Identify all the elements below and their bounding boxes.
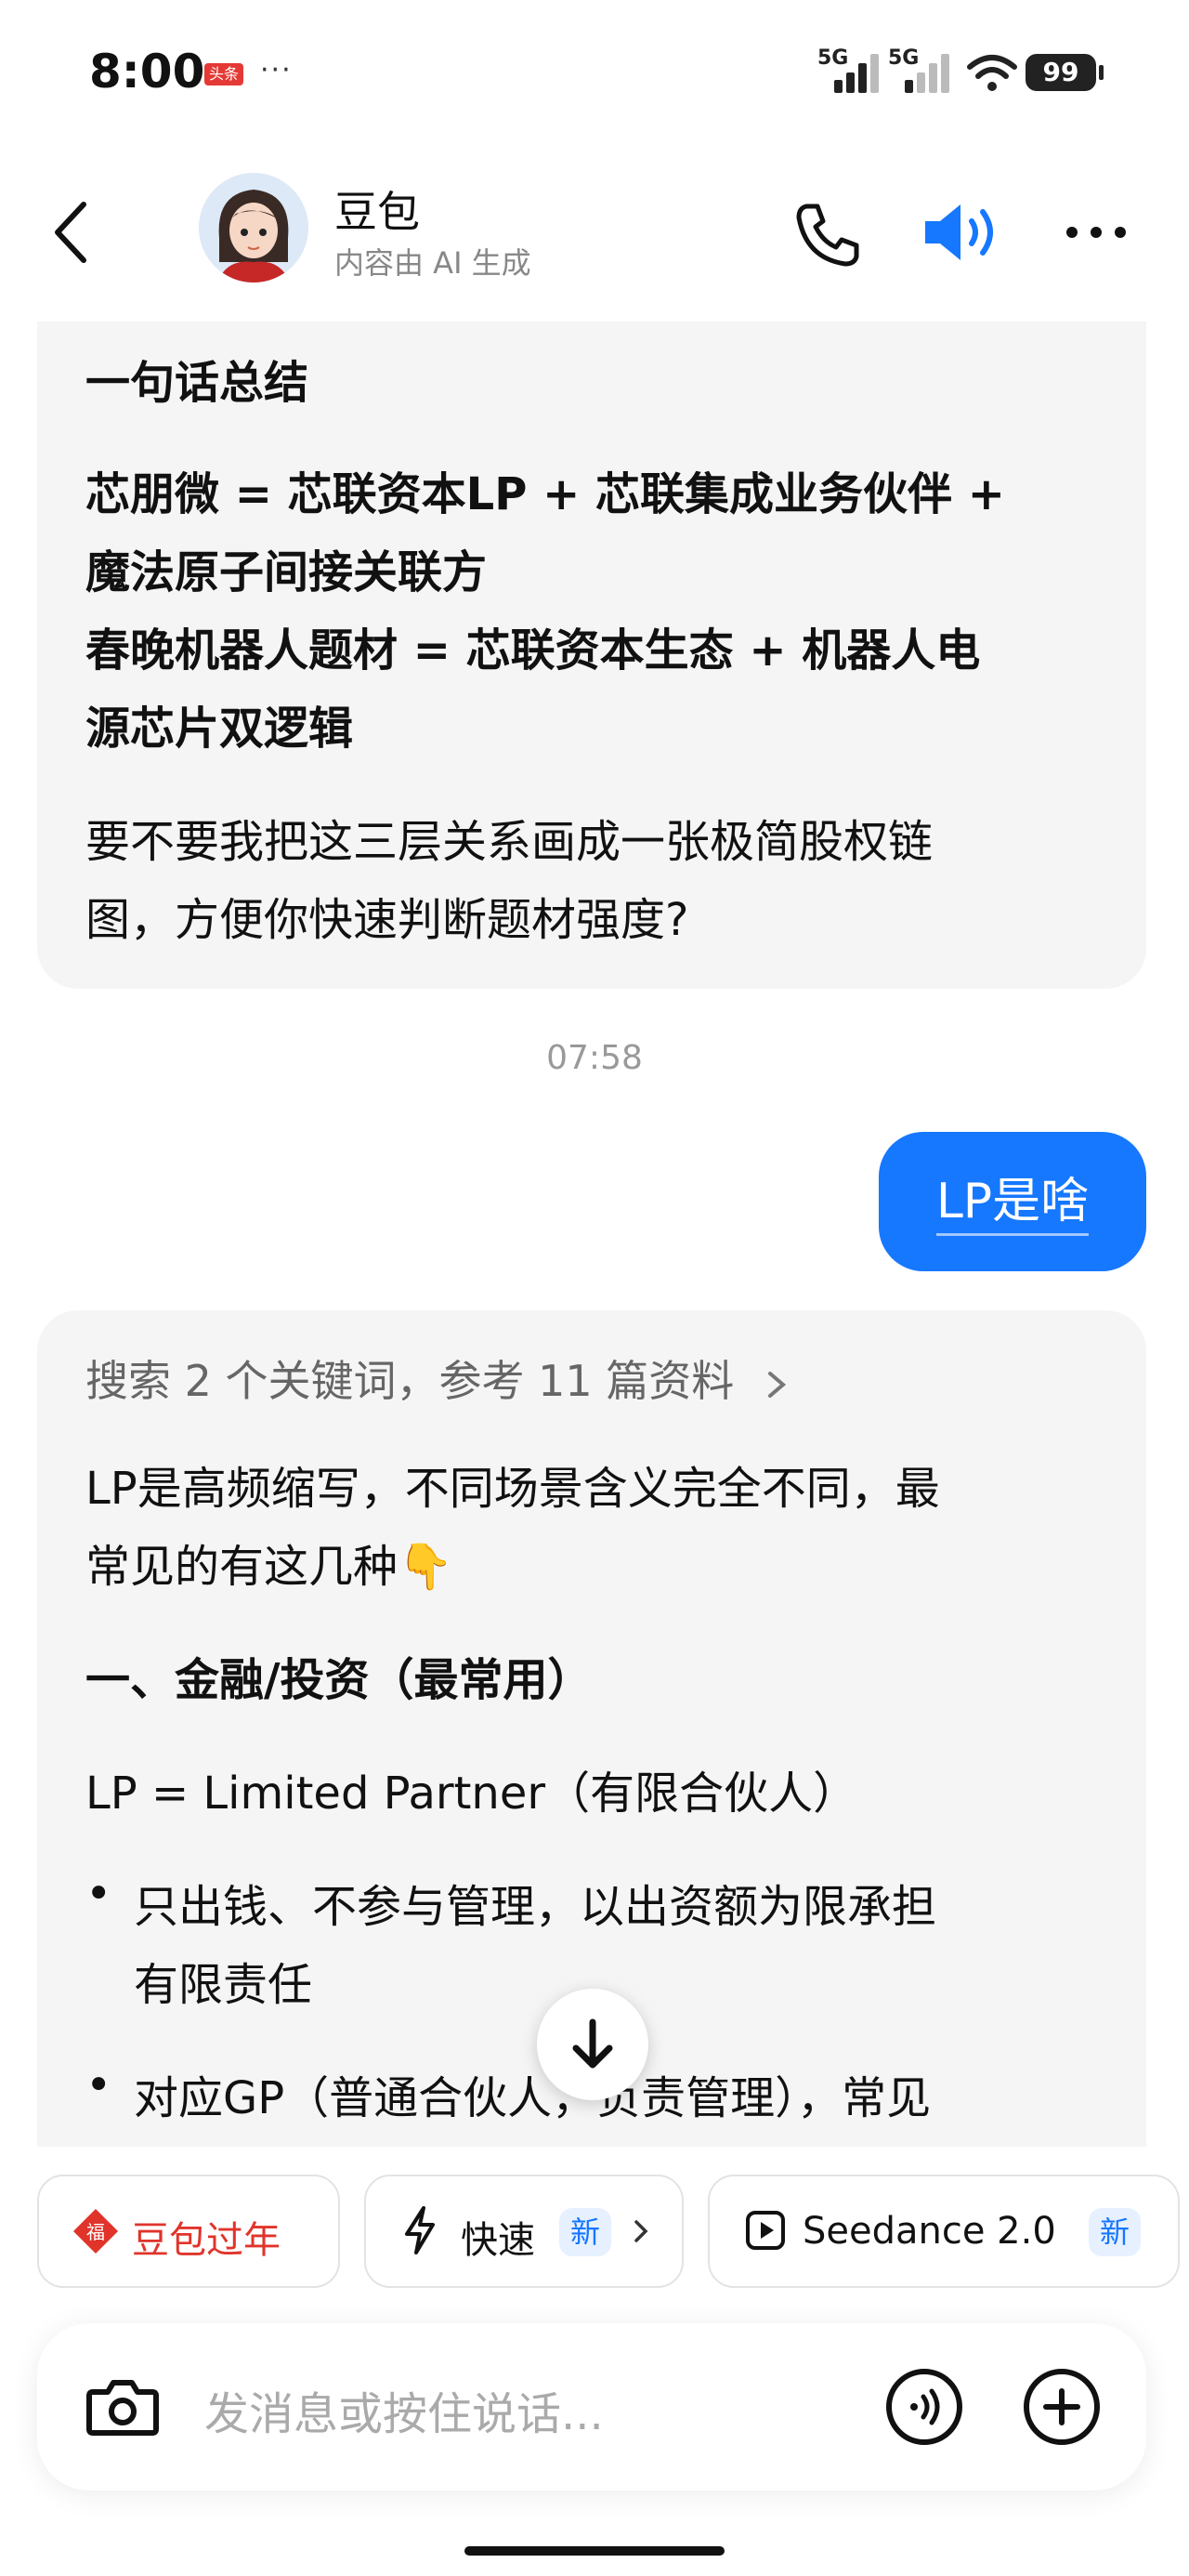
chevron-right-icon <box>634 2220 648 2242</box>
wifi-icon <box>967 55 1017 91</box>
chip-fast-mode[interactable]: 快速 新 <box>364 2175 684 2288</box>
arrow-down-icon <box>572 2018 613 2069</box>
speaker-icon[interactable] <box>920 195 1003 269</box>
video-icon <box>746 2211 785 2250</box>
avatar[interactable] <box>199 173 308 283</box>
home-indicator <box>464 2546 725 2556</box>
ai-generated-label: 内容由 AI 生成 <box>334 245 531 281</box>
chat-header: 豆包 内容由 AI 生成 <box>0 158 1189 307</box>
summary-title: 一句话总结 <box>85 357 309 409</box>
bullet-text: 对应GP（普通合伙人，负责管理），常见 <box>134 2072 932 2124</box>
section-heading: 一、金融/投资（最常用） <box>85 1654 593 1706</box>
bot-name: 豆包 <box>334 187 420 237</box>
svg-text:福: 福 <box>86 2221 105 2243</box>
chip-doubao-new-year[interactable]: 福 豆包过年 <box>37 2175 340 2288</box>
bullet-text: 只出钱、不参与管理，以出资额为限承担 <box>134 1881 937 1933</box>
message-input-bar: 发消息或按住说话... <box>37 2323 1146 2491</box>
voice-call-icon[interactable] <box>882 2365 966 2449</box>
new-badge: 新 <box>1089 2208 1141 2256</box>
bullet-text: 有限责任 <box>134 1959 313 2011</box>
chip-seedance[interactable]: Seedance 2.0 新 <box>708 2175 1180 2288</box>
chevron-right-icon <box>767 1371 786 1398</box>
lightning-icon <box>405 2206 435 2254</box>
search-references-link[interactable]: 搜索 2 个关键词，参考 11 篇资料 <box>85 1347 790 1409</box>
status-time: 8:00 <box>89 45 205 99</box>
summary-line: 春晚机器人题材 = 芯联资本生态 + 机器人电 <box>85 624 981 677</box>
followup-question: 要不要我把这三层关系画成一张极简股权链 <box>85 816 934 868</box>
chip-label: 快速 <box>461 2219 535 2262</box>
signal-2-icon: 5G <box>888 46 953 93</box>
summary-line: 魔法原子间接关联方 <box>85 546 488 598</box>
bullet-dot: • <box>85 2059 112 2111</box>
plus-icon[interactable] <box>1020 2365 1104 2449</box>
ai-message-previous: 一句话总结 芯朋微 = 芯联资本LP + 芯联集成业务伙伴 + 魔法原子间接关联… <box>37 322 1146 989</box>
summary-line: 芯朋微 = 芯联资本LP + 芯联集成业务伙伴 + <box>85 468 1005 520</box>
signal-1-icon: 5G <box>817 46 882 93</box>
search-info-text: 搜索 2 个关键词，参考 11 篇资料 <box>85 1356 735 1406</box>
phone-call-icon[interactable] <box>790 197 864 271</box>
lp-definition: LP = Limited Partner（有限合伙人） <box>85 1768 858 1820</box>
chip-label: Seedance 2.0 <box>803 2210 1056 2253</box>
battery-indicator: 99 <box>1026 54 1104 91</box>
answer-intro: 常见的有这几种👇 <box>85 1541 453 1593</box>
new-badge: 新 <box>559 2208 611 2256</box>
followup-question: 图，方便你快速判断题材强度? <box>85 894 689 946</box>
more-options-icon[interactable] <box>1059 214 1133 251</box>
user-message[interactable]: LP是啥 <box>879 1132 1146 1271</box>
message-input[interactable]: 发消息或按住说话... <box>204 2377 604 2442</box>
news-app-badge: 头条 <box>204 63 243 85</box>
scroll-to-bottom-button[interactable] <box>537 1989 648 2100</box>
notification-more-icon: ··· <box>260 54 293 86</box>
back-button[interactable] <box>46 195 102 269</box>
chip-label: 豆包过年 <box>132 2219 281 2262</box>
answer-intro: LP是高频缩写，不同场景含义完全不同，最 <box>85 1463 940 1515</box>
message-timestamp: 07:58 <box>546 1039 643 1077</box>
fu-icon: 福 <box>72 2208 119 2254</box>
summary-line: 源芯片双逻辑 <box>85 703 354 755</box>
status-bar: 8:00 头条 ··· 5G 5G 99 <box>0 0 1189 149</box>
camera-icon[interactable] <box>84 2368 162 2446</box>
user-message-text: LP是啥 <box>935 1174 1090 1236</box>
bullet-dot: • <box>85 1868 112 1920</box>
